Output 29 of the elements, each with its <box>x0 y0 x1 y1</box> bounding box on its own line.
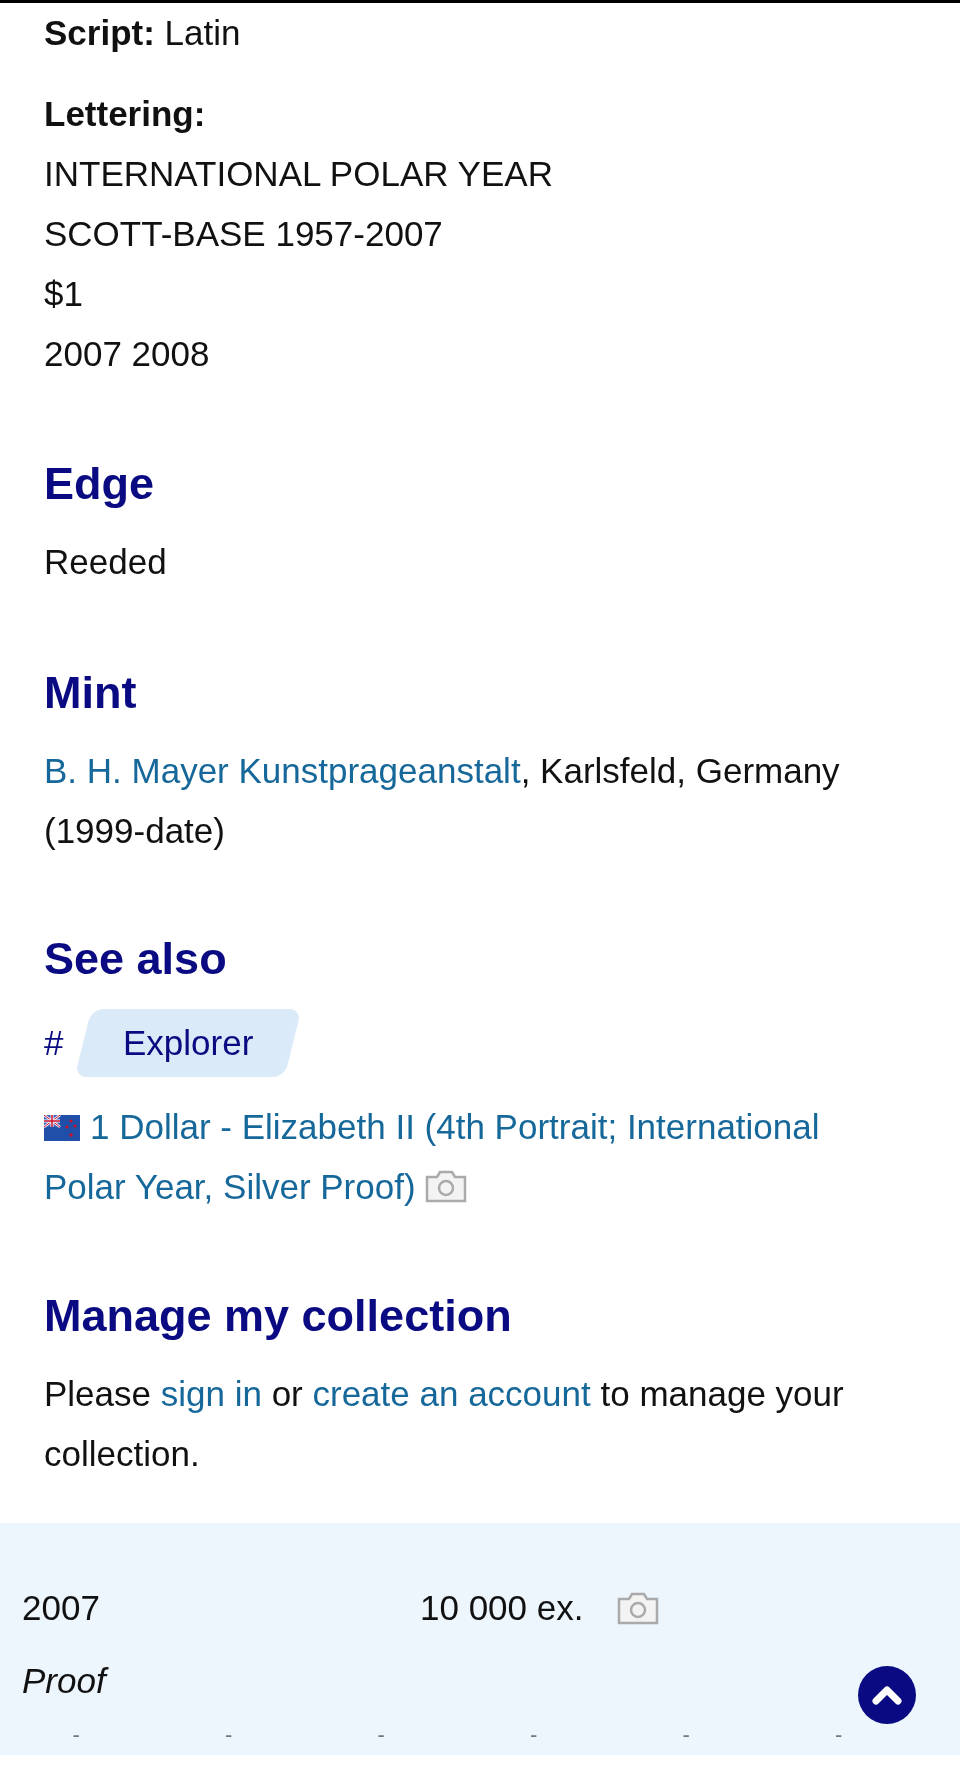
lettering-line: 2007 2008 <box>44 333 211 375</box>
chevron-up-icon <box>872 1684 902 1706</box>
year-text: 2007 <box>22 1587 101 1629</box>
empty-value: - <box>681 1721 691 1749</box>
lettering-line: $1 <box>44 273 84 315</box>
section-heading: See also <box>44 932 228 986</box>
related-coin-link[interactable]: 1 Dollar - Elizabeth II (4th Portrait; International Polar Year, Silver Proof) <box>44 1097 870 1217</box>
hash-symbol: # <box>44 1022 64 1064</box>
section-heading: Mint <box>44 666 138 720</box>
mintage-text: 10 000 ex. <box>420 1587 584 1629</box>
empty-value: - <box>71 1721 81 1749</box>
lettering-line: INTERNATIONAL POLAR YEAR <box>44 153 554 195</box>
empty-value: - <box>224 1721 234 1749</box>
section-heading: Manage my collection <box>44 1289 513 1343</box>
link[interactable]: create an account <box>312 1374 591 1413</box>
section-heading: Edge <box>44 457 156 511</box>
field-label: Lettering: <box>44 93 207 135</box>
flag-icon <box>44 1115 80 1141</box>
scroll-up-button[interactable] <box>858 1666 916 1724</box>
empty-value: - <box>529 1721 539 1749</box>
mint-text: B. H. Mayer Kunstprageanstalt, Karlsfeld, Germany (1999-date) <box>44 750 841 852</box>
empty-value: - <box>834 1721 844 1749</box>
empty-value: - <box>376 1721 386 1749</box>
script-field: Script: Latin <box>44 3 870 63</box>
link[interactable]: sign in <box>160 1374 262 1413</box>
link[interactable]: B. H. Mayer Kunstprageanstalt <box>44 751 521 790</box>
sign-in-message: Please sign in or create an account to manage your collection. <box>44 1373 845 1475</box>
lettering-line: SCOTT-BASE 1957-2007 <box>44 213 444 255</box>
edge-text: Reeded <box>44 541 168 583</box>
